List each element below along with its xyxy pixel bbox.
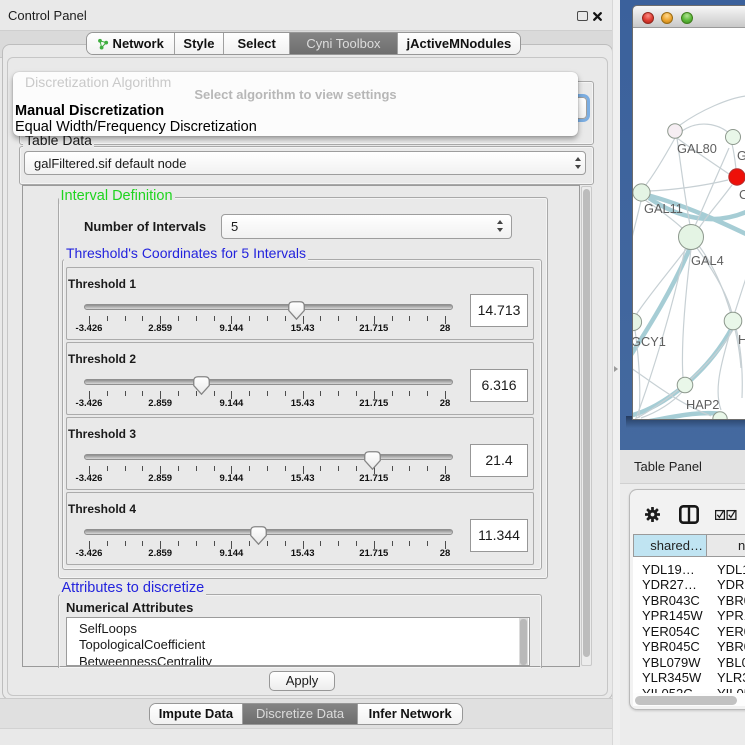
- svg-text:HAP2: HAP2: [686, 397, 719, 412]
- svg-text:C: C: [739, 187, 745, 202]
- svg-text:GAL80: GAL80: [677, 141, 717, 156]
- svg-text:GAL11: GAL11: [644, 201, 683, 216]
- svg-text:GAL4: GAL4: [691, 253, 724, 268]
- svg-text:H: H: [738, 332, 745, 347]
- svg-text:GCY1: GCY1: [633, 334, 666, 349]
- svg-text:GA: GA: [737, 148, 745, 163]
